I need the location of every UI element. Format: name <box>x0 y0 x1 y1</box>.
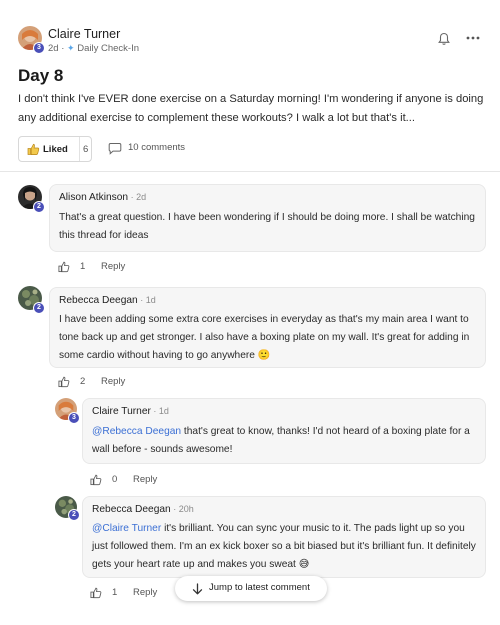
comment-like-count: 2 <box>80 376 86 387</box>
level-badge: 3 <box>33 42 45 54</box>
level-badge: 2 <box>68 509 80 521</box>
comment-text: I have been adding some extra core exerc… <box>59 314 470 361</box>
comment-author-name[interactable]: Alison Atkinson <box>59 192 128 203</box>
reply-button[interactable]: Reply <box>133 474 157 485</box>
post-body: I don't think I've EVER done exercise on… <box>18 93 484 124</box>
comment-author-name[interactable]: Rebecca Deegan <box>92 504 171 515</box>
thumbs-up-icon[interactable] <box>58 375 70 388</box>
thumbs-up-icon <box>27 143 40 156</box>
post-title: Day 8 <box>18 66 64 85</box>
comment-text: That's a great question. I have been won… <box>59 212 475 241</box>
comment-bubble-icon <box>108 142 122 155</box>
divider <box>0 171 500 172</box>
divider <box>79 137 80 161</box>
reply-button[interactable]: Reply <box>101 376 125 387</box>
comment-actions: 0 Reply <box>90 472 180 488</box>
thumbs-up-icon[interactable] <box>58 260 70 273</box>
thumbs-up-icon[interactable] <box>90 473 102 486</box>
comment-time: · 1d <box>137 295 156 305</box>
comment-bubble: Alison Atkinson · 2d That's a great ques… <box>49 184 486 252</box>
jump-to-latest-button[interactable]: Jump to latest comment <box>175 576 327 601</box>
comment-bubble: Rebecca Deegan · 1d I have been adding s… <box>49 287 486 368</box>
comment-like-count: 1 <box>80 261 86 272</box>
comment-author-name[interactable]: Rebecca Deegan <box>59 295 138 306</box>
comment-author: Rebecca Deegan · 1d <box>59 295 156 306</box>
comment-like-count: 0 <box>112 474 118 485</box>
reply-button[interactable]: Reply <box>133 587 157 598</box>
post-author-name[interactable]: Claire Turner <box>48 27 120 41</box>
level-badge: 3 <box>68 412 80 424</box>
post-meta: 2d · ✦ Daily Check-In <box>48 43 139 54</box>
jump-label: Jump to latest comment <box>209 582 310 593</box>
arrow-down-icon <box>192 582 203 595</box>
post-header: 3 Claire Turner 2d · ✦ Daily Check-In <box>18 24 482 58</box>
meta-separator: · <box>58 43 68 54</box>
level-badge: 2 <box>33 201 45 213</box>
comment-text: @Claire Turner it's brilliant. You can s… <box>92 520 482 574</box>
comment-author: Rebecca Deegan · 20h <box>92 504 194 515</box>
level-badge: 2 <box>33 302 45 314</box>
liked-label: Liked <box>43 144 68 155</box>
comment-author: Alison Atkinson · 2d <box>59 192 146 203</box>
mention-link[interactable]: @Claire Turner <box>92 523 161 534</box>
comment-like-count: 1 <box>112 587 118 598</box>
comment-author-name[interactable]: Claire Turner <box>92 406 151 417</box>
bell-icon[interactable] <box>437 32 451 46</box>
comment-bubble: Rebecca Deegan · 20h @Claire Turner it's… <box>82 496 486 578</box>
comment-time: · 20h <box>170 504 194 514</box>
comment-bubble: Claire Turner · 1d @Rebecca Deegan that'… <box>82 398 486 464</box>
comments-count: 10 comments <box>128 142 186 153</box>
comment-time: · 2d <box>128 192 147 202</box>
thumbs-up-icon[interactable] <box>90 586 102 599</box>
comment-actions: 1 Reply <box>58 259 148 275</box>
like-count[interactable]: 6 <box>83 144 88 155</box>
post-time: 2d <box>48 43 59 54</box>
liked-button[interactable]: Liked 6 <box>18 136 92 162</box>
more-icon[interactable] <box>465 31 481 45</box>
mention-link[interactable]: @Rebecca Deegan <box>92 426 181 437</box>
reply-button[interactable]: Reply <box>101 261 125 272</box>
comment-actions: 1 Reply <box>90 585 180 601</box>
sparkle-icon: ✦ <box>67 43 75 53</box>
post-channel[interactable]: Daily Check-In <box>77 43 139 54</box>
comment-actions: 2 Reply <box>58 374 148 390</box>
comment-author: Claire Turner · 1d <box>92 406 169 417</box>
comment-text: @Rebecca Deegan that's great to know, th… <box>92 423 477 459</box>
comment-time: · 1d <box>150 406 169 416</box>
